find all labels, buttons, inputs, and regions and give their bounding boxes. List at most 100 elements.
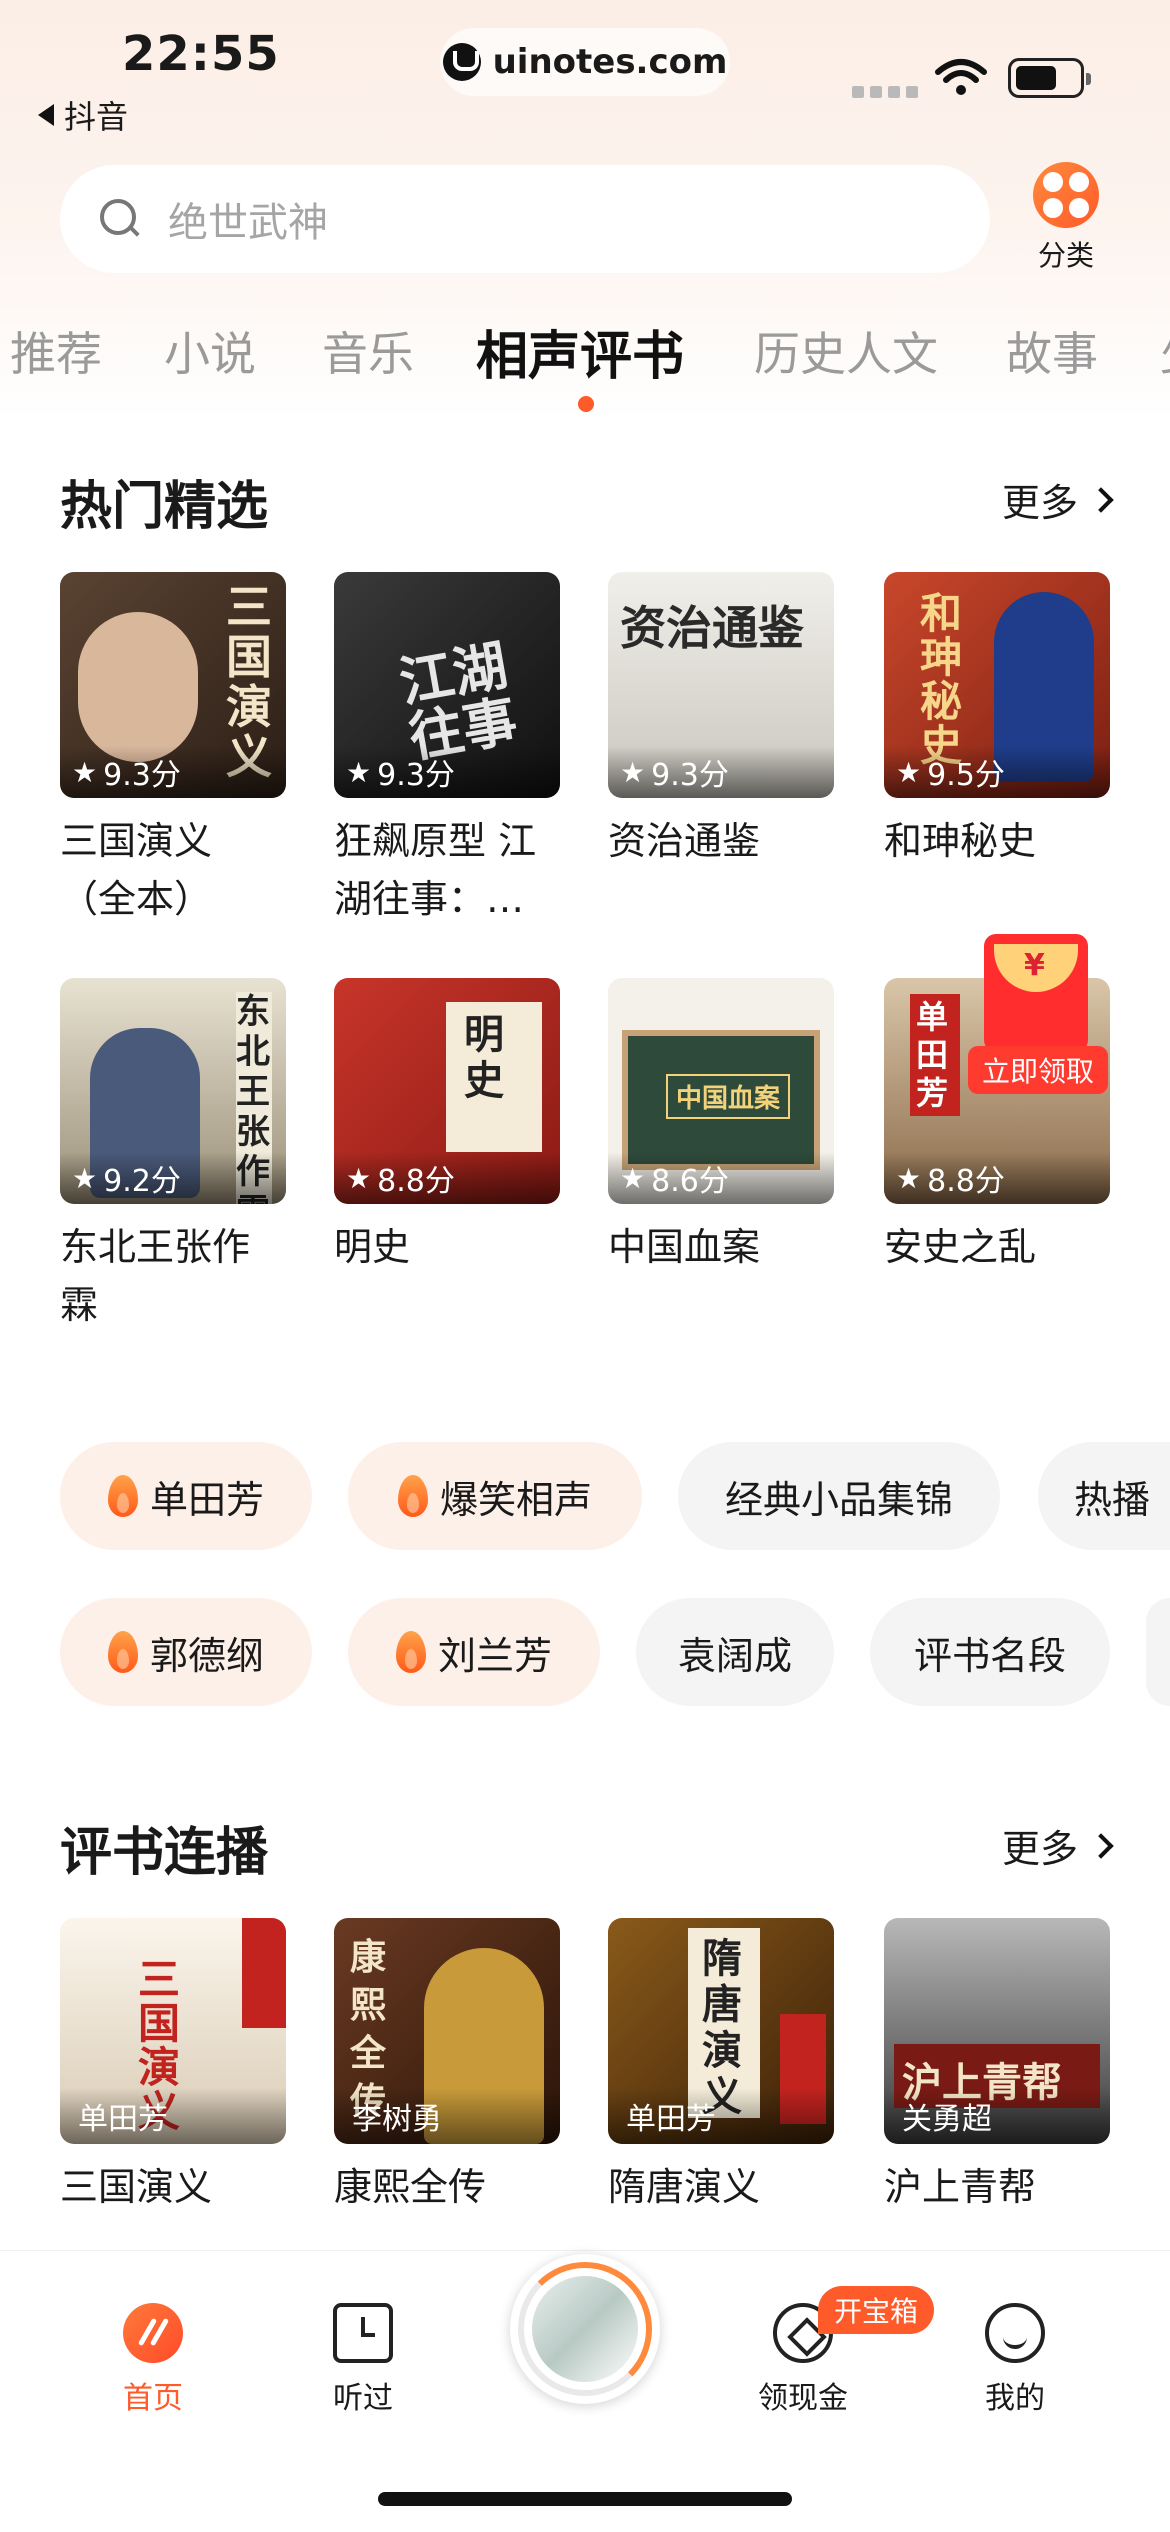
serial-card[interactable]: 隋唐演义 单田芳 隋唐演义 [608, 1918, 834, 2216]
tag-chip[interactable]: 郭德纲 [60, 1598, 312, 1706]
yen-symbol: ¥ [1024, 948, 1045, 983]
now-playing-button[interactable] [510, 2254, 660, 2404]
book-title: 狂飙原型 江湖往事：… [334, 819, 537, 921]
back-to-app[interactable]: 抖音 [38, 92, 128, 138]
book-card[interactable]: 中国血案 ★ 8.6分 中国血案 [608, 978, 834, 1276]
book-cover: 资治通鉴 ★ 9.3分 [608, 572, 834, 798]
book-card[interactable]: 东北王张作霖 ★9.2分 东北王张作霖 [60, 978, 286, 1334]
claim-now-button[interactable]: 立即领取 [968, 1046, 1108, 1094]
star-icon: ★ [620, 755, 646, 789]
home-indicator [378, 2492, 792, 2506]
book-cover: 隋唐演义 单田芳 [608, 1918, 834, 2144]
book-cover: 中国血案 ★ 8.6分 [608, 978, 834, 1204]
category-button[interactable]: 分类 [1026, 162, 1106, 274]
cover-title: 中国血案 [666, 1074, 791, 1119]
tab-music[interactable]: 音乐 [322, 318, 414, 384]
book-card[interactable]: 资治通鉴 ★ 9.3分 资治通鉴 [608, 572, 834, 870]
tab-recommend[interactable]: 推荐 [10, 318, 102, 384]
book-title: 沪上青帮 [884, 2165, 1037, 2209]
book-title: 中国血案 [608, 1225, 761, 1269]
search-bar[interactable]: 绝世武神 [60, 165, 990, 273]
nav-home-label: 首页 [123, 2381, 183, 2416]
tag-chip[interactable]: 单田芳 [60, 1442, 312, 1550]
tag-chip[interactable]: 爆笑相声 [348, 1442, 642, 1550]
rating: ★ 8.8分 [884, 1152, 1110, 1204]
treasure-badge[interactable]: 开宝箱 [818, 2286, 935, 2334]
tab-partial[interactable]: 少 [1160, 318, 1170, 384]
rating: ★ 8.6分 [608, 1152, 834, 1204]
rating-value: 9.3分 [103, 758, 181, 793]
cover-banner [242, 1918, 286, 2028]
tag-chip[interactable]: 袁阔成 [636, 1598, 834, 1706]
reader-name: 单田芳 [60, 2088, 286, 2144]
more-label: 更多 [1001, 481, 1078, 525]
flame-icon [107, 1475, 138, 1517]
red-envelope-icon[interactable]: ¥ [984, 934, 1088, 1052]
chevron-right-icon [1088, 486, 1114, 513]
book-card[interactable]: 江湖往事 ★ 9.3分 狂飙原型 江湖往事：… [334, 572, 560, 928]
star-icon: ★ [896, 1161, 922, 1195]
book-title: 东北王张作霖 [60, 1225, 251, 1327]
star-icon: ★ [620, 1161, 646, 1195]
nav-history-label: 听过 [333, 2381, 393, 2416]
book-cover: 三国演义 单田芳 [60, 1918, 286, 2144]
book-card[interactable]: 三国演义 ★9.3分 三国演义（全本） [60, 572, 286, 928]
reader-name: 单田芳 [608, 2088, 834, 2144]
chip-label: 郭德纲 [149, 1633, 264, 1678]
tab-history[interactable]: 历史人文 [754, 318, 938, 384]
rating-value: 9.5分 [927, 758, 1005, 793]
tag-chip[interactable]: 热播 [1038, 1442, 1170, 1550]
nav-cash-label: 领现金 [758, 2381, 848, 2416]
nav-history[interactable]: 听过 [298, 2303, 428, 2417]
serial-more-button[interactable]: 更多 [1001, 1818, 1114, 1873]
book-cover: 明史 ★ 8.8分 [334, 978, 560, 1204]
book-title: 和珅秘史 [884, 819, 1037, 863]
serial-card[interactable]: 三国演义 单田芳 三国演义 [60, 1918, 286, 2216]
search-placeholder: 绝世武神 [168, 200, 328, 246]
rating-value: 9.2分 [103, 1164, 181, 1199]
tab-bar: 推荐 小说 音乐 相声评书 历史人文 故事 少 [0, 318, 1170, 408]
url-pill[interactable]: uinotes.com [440, 28, 730, 96]
nav-me-label: 我的 [985, 2381, 1045, 2416]
star-icon: ★ [72, 755, 98, 789]
tag-chip-partial[interactable] [1146, 1598, 1170, 1706]
book-cover: 和珅秘史 ★9.5分 [884, 572, 1110, 798]
rating-value: 9.3分 [377, 758, 455, 793]
back-arrow-icon [38, 104, 54, 126]
book-title: 三国演义 [60, 2165, 213, 2209]
tag-chip[interactable]: 评书名段 [870, 1598, 1110, 1706]
book-card[interactable]: 和珅秘史 ★9.5分 和珅秘史 [884, 572, 1110, 870]
rating: ★ 9.3分 [608, 746, 834, 798]
book-title: 资治通鉴 [608, 819, 761, 863]
rating-value: 8.6分 [651, 1164, 729, 1199]
nav-home[interactable]: 首页 [88, 2303, 218, 2417]
cover-portrait [78, 612, 198, 762]
chevron-right-icon [1088, 1832, 1114, 1859]
more-label: 更多 [1001, 1827, 1078, 1871]
tab-crosstalk[interactable]: 相声评书 [476, 314, 684, 389]
chip-label: 热播 [1074, 1477, 1151, 1522]
rating-value: 9.3分 [651, 758, 729, 793]
tab-story[interactable]: 故事 [1006, 318, 1098, 384]
nav-me[interactable]: 我的 [950, 2303, 1080, 2417]
chip-label: 评书名段 [913, 1633, 1066, 1678]
book-card[interactable]: 明史 ★ 8.8分 明史 [334, 978, 560, 1276]
active-tab-indicator [578, 396, 594, 412]
book-cover: 东北王张作霖 ★9.2分 [60, 978, 286, 1204]
book-cover: 江湖往事 ★ 9.3分 [334, 572, 560, 798]
serial-card[interactable]: 康熙全传 李树勇 康熙全传 [334, 1918, 560, 2216]
battery-icon [1008, 58, 1091, 98]
tag-chip[interactable]: 经典小品集锦 [678, 1442, 1000, 1550]
cover-title: 和珅秘史 [920, 589, 963, 768]
url-text: uinotes.com [492, 42, 728, 82]
home-icon [123, 2303, 183, 2363]
reader-name: 关勇超 [884, 2088, 1110, 2144]
tag-chip[interactable]: 刘兰芳 [348, 1598, 600, 1706]
flame-icon [397, 1475, 428, 1517]
rating: ★ 9.3分 [334, 746, 560, 798]
tab-novel[interactable]: 小说 [164, 318, 256, 384]
site-logo-icon [442, 43, 481, 81]
book-cover: 沪上青帮 关勇超 [884, 1918, 1110, 2144]
hot-more-button[interactable]: 更多 [1001, 472, 1114, 527]
serial-card[interactable]: 沪上青帮 关勇超 沪上青帮 [884, 1918, 1110, 2216]
